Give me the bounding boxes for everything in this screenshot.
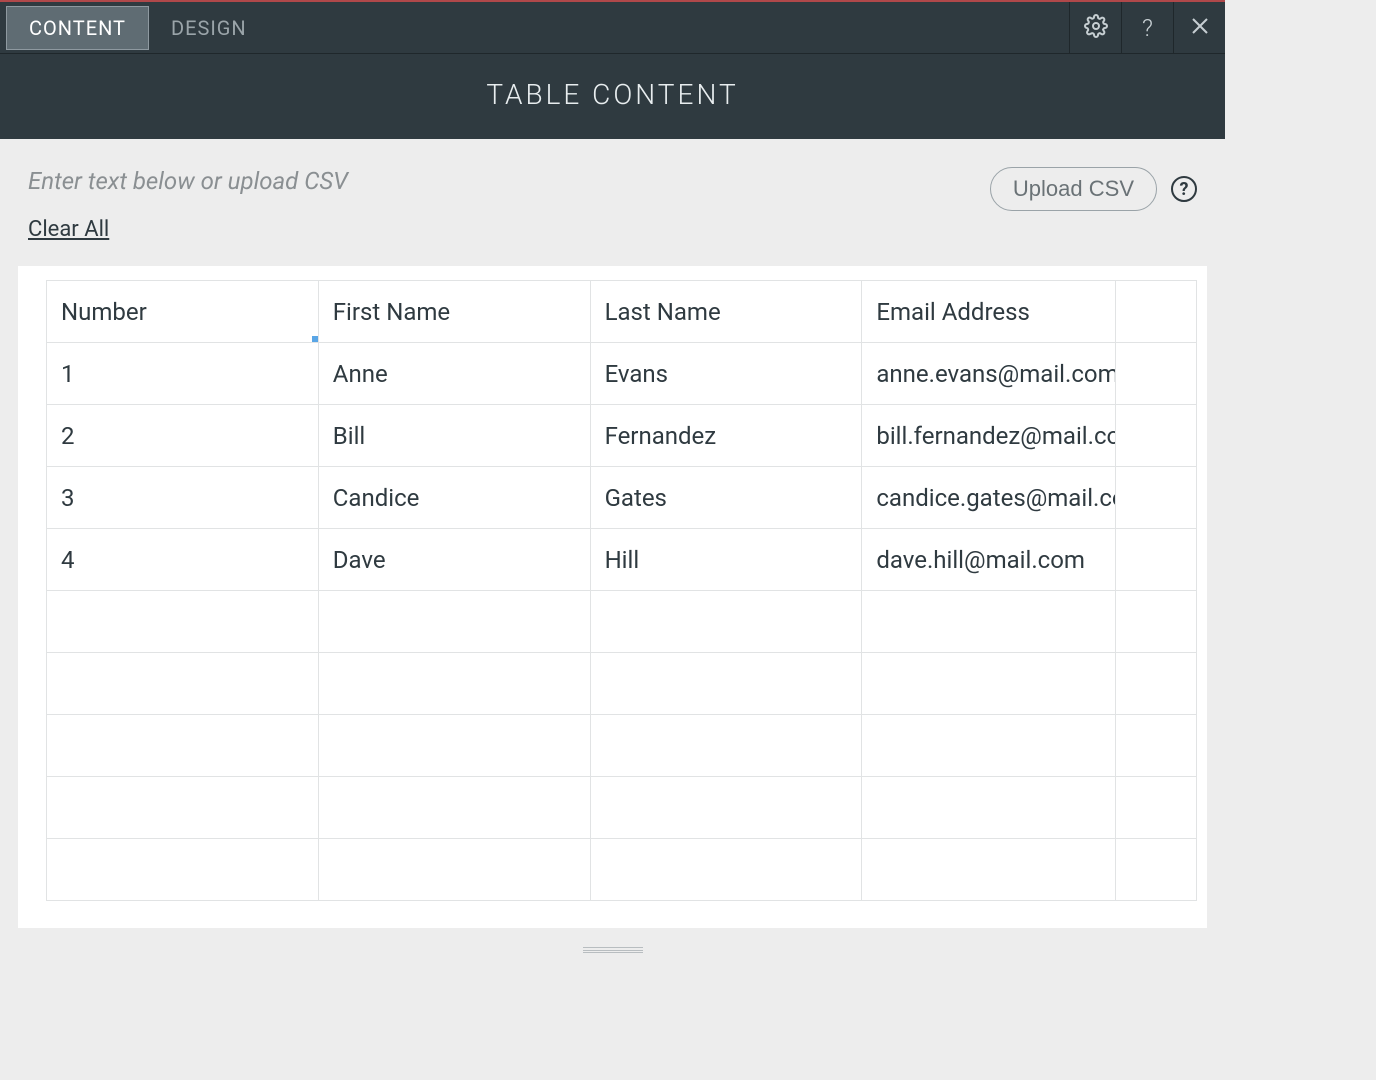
help-button[interactable]: ? (1121, 2, 1173, 53)
tab-design[interactable]: DESIGN (149, 2, 269, 53)
cell[interactable] (47, 715, 319, 777)
cell[interactable]: Number (47, 281, 319, 343)
tab-row: CONTENT DESIGN ? (0, 2, 1225, 54)
cell[interactable] (47, 839, 319, 901)
gear-icon (1084, 14, 1108, 42)
upload-csv-button[interactable]: Upload CSV (990, 167, 1157, 211)
cell[interactable] (47, 777, 319, 839)
cell[interactable] (862, 715, 1116, 777)
cell[interactable]: Dave (318, 529, 590, 591)
spreadsheet: NumberFirst NameLast NameEmail Address1A… (18, 266, 1207, 928)
table-row (47, 777, 1197, 839)
table-row: 3CandiceGatescandice.gates@mail.com (47, 467, 1197, 529)
cell[interactable] (862, 653, 1116, 715)
cell[interactable]: Anne (318, 343, 590, 405)
table-row: NumberFirst NameLast NameEmail Address (47, 281, 1197, 343)
cell[interactable]: Candice (318, 467, 590, 529)
cell[interactable]: Email Address (862, 281, 1116, 343)
cell[interactable]: 2 (47, 405, 319, 467)
toolbar-right: Upload CSV ? (990, 167, 1197, 211)
close-button[interactable] (1173, 2, 1225, 53)
cell[interactable]: candice.gates@mail.com (862, 467, 1116, 529)
cell[interactable] (318, 653, 590, 715)
cell[interactable] (1115, 281, 1196, 343)
grip-icon (583, 947, 643, 953)
cell[interactable] (590, 839, 862, 901)
cell[interactable]: Bill (318, 405, 590, 467)
cell[interactable] (1115, 653, 1196, 715)
cell[interactable] (1115, 529, 1196, 591)
table-row: 1AnneEvansanne.evans@mail.com (47, 343, 1197, 405)
cell[interactable] (318, 839, 590, 901)
cell[interactable] (1115, 343, 1196, 405)
tab-content[interactable]: CONTENT (6, 6, 149, 50)
cell[interactable]: Gates (590, 467, 862, 529)
cell[interactable] (1115, 591, 1196, 653)
question-icon: ? (1142, 14, 1153, 42)
cell[interactable] (47, 653, 319, 715)
cell[interactable] (1115, 405, 1196, 467)
cell[interactable]: Last Name (590, 281, 862, 343)
cell[interactable]: bill.fernandez@mail.com (862, 405, 1116, 467)
table-row (47, 591, 1197, 653)
hint-text: Enter text below or upload CSV (28, 167, 990, 195)
table-row (47, 653, 1197, 715)
cell[interactable] (1115, 777, 1196, 839)
cell[interactable]: Fernandez (590, 405, 862, 467)
cell[interactable] (1115, 467, 1196, 529)
cell[interactable] (318, 591, 590, 653)
settings-button[interactable] (1069, 2, 1121, 53)
table-row (47, 839, 1197, 901)
cell[interactable]: First Name (318, 281, 590, 343)
table-row: 4DaveHilldave.hill@mail.com (47, 529, 1197, 591)
cell[interactable] (1115, 715, 1196, 777)
cell[interactable]: 4 (47, 529, 319, 591)
resize-handle[interactable] (0, 940, 1225, 960)
cell[interactable]: 1 (47, 343, 319, 405)
cell[interactable]: anne.evans@mail.com (862, 343, 1116, 405)
table-row (47, 715, 1197, 777)
cell[interactable] (1115, 839, 1196, 901)
dialog-title: TABLE CONTENT (0, 54, 1225, 139)
cell[interactable] (47, 591, 319, 653)
cell[interactable]: Hill (590, 529, 862, 591)
cell[interactable] (590, 653, 862, 715)
cell[interactable]: dave.hill@mail.com (862, 529, 1116, 591)
cell[interactable] (590, 591, 862, 653)
cell[interactable] (862, 591, 1116, 653)
clear-all-link[interactable]: Clear All (28, 217, 109, 242)
cell[interactable] (590, 715, 862, 777)
cell[interactable] (318, 715, 590, 777)
sheet-table[interactable]: NumberFirst NameLast NameEmail Address1A… (46, 280, 1197, 901)
question-icon: ? (1180, 179, 1189, 200)
dialog-window: CONTENT DESIGN ? TABLE CONTENT Enter tex… (0, 0, 1225, 960)
header: CONTENT DESIGN ? TABLE CONTENT (0, 2, 1225, 139)
cell[interactable] (862, 839, 1116, 901)
close-icon (1188, 14, 1212, 42)
toolbar: Enter text below or upload CSV Clear All… (0, 139, 1225, 252)
toolbar-left: Enter text below or upload CSV Clear All (28, 167, 990, 242)
inline-help-button[interactable]: ? (1171, 176, 1197, 202)
cell[interactable] (862, 777, 1116, 839)
cell[interactable]: Evans (590, 343, 862, 405)
cell[interactable] (590, 777, 862, 839)
spacer (269, 2, 1069, 53)
table-row: 2BillFernandezbill.fernandez@mail.com (47, 405, 1197, 467)
cell[interactable] (318, 777, 590, 839)
cell[interactable]: 3 (47, 467, 319, 529)
